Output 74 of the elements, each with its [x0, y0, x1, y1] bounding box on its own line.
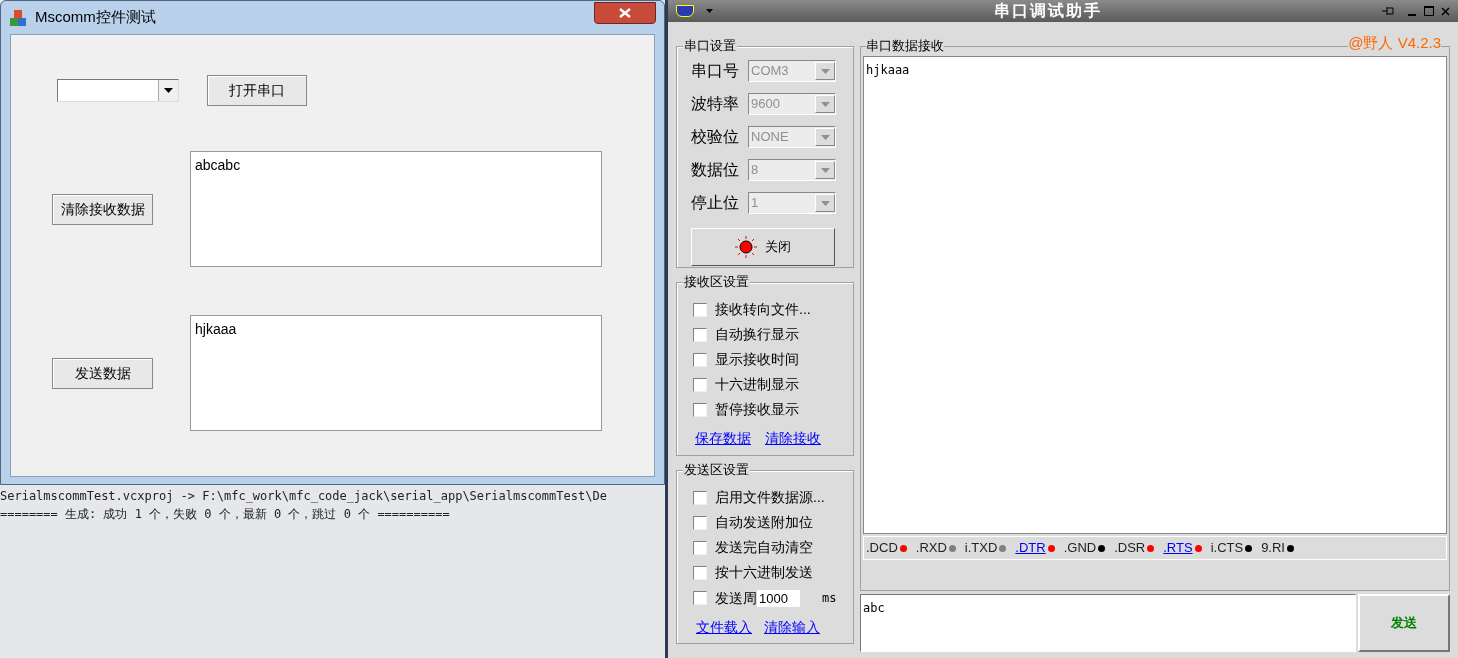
- dropdown-arrow-icon: [820, 68, 830, 74]
- action-link[interactable]: 文件载入: [696, 617, 752, 638]
- close-port-button[interactable]: 关闭: [691, 228, 835, 266]
- app-cubes-icon: [9, 8, 27, 27]
- window-title: 串口调试助手: [993, 1, 1102, 21]
- action-link[interactable]: 保存数据: [695, 428, 751, 449]
- action-link[interactable]: 清除接收: [765, 428, 821, 449]
- close-icon: [1440, 6, 1450, 16]
- receive-text-area[interactable]: hjkaaa: [863, 56, 1447, 534]
- send-text-area[interactable]: hjkaaa: [190, 315, 602, 431]
- option-label: 发送周: [715, 589, 757, 607]
- signal-label: .GND: [1063, 539, 1097, 558]
- field-label: 波特率: [691, 94, 740, 114]
- maximize-button[interactable]: [1424, 6, 1434, 16]
- option-label: 十六进制显示: [715, 376, 799, 393]
- field-label: 停止位: [691, 193, 740, 213]
- checkbox[interactable]: [693, 302, 707, 317]
- group-title: 串口设置: [683, 38, 737, 54]
- send-button[interactable]: 发送: [1358, 594, 1450, 652]
- close-icon: [619, 7, 631, 18]
- checkbox[interactable]: [693, 565, 707, 580]
- checkbox[interactable]: [693, 490, 707, 505]
- close-button[interactable]: [594, 1, 656, 24]
- option-label: 暂停接收显示: [715, 401, 799, 418]
- group-title: 串口数据接收: [866, 38, 944, 54]
- group-title: 接收区设置: [683, 274, 750, 290]
- period-input[interactable]: 1000: [757, 589, 800, 607]
- checkbox[interactable]: [693, 515, 707, 530]
- field-label: 串口号: [691, 61, 740, 81]
- caret-icon: [706, 9, 713, 13]
- clear-receive-button[interactable]: 清除接收数据: [52, 193, 153, 225]
- dropdown-arrow-icon: [820, 134, 830, 140]
- output-line: ======== 生成: 成功 1 个，失败 0 个，最新 0 个，跳过 0 个 ==========: [0, 506, 450, 523]
- checkbox[interactable]: [693, 352, 707, 367]
- pin-icon: [1382, 6, 1394, 16]
- dropdown-arrow-icon: [820, 167, 830, 173]
- signal-label: .RXD: [915, 539, 947, 558]
- open-port-button[interactable]: 打开串口: [207, 75, 307, 106]
- receive-text-area[interactable]: abcabc: [190, 151, 602, 267]
- checkbox[interactable]: [693, 327, 707, 342]
- checkbox[interactable]: [693, 377, 707, 392]
- option-label: 发送完自动清空: [715, 539, 813, 556]
- connector-icon: [676, 5, 694, 17]
- signal-link[interactable]: .DTR: [1015, 538, 1046, 558]
- dropdown-arrow-icon: [820, 200, 830, 206]
- group-title: 发送区设置: [683, 462, 750, 478]
- checkbox[interactable]: [693, 591, 707, 605]
- option-label: 接收转向文件...: [715, 301, 811, 318]
- field-label: 校验位: [691, 127, 740, 147]
- option-label: 自动换行显示: [715, 326, 799, 343]
- option-label: 按十六进制发送: [715, 564, 813, 581]
- signal-label: 9.RI: [1261, 539, 1285, 558]
- dropdown-arrow-icon: [164, 88, 173, 93]
- port-dropdown[interactable]: [57, 79, 179, 102]
- send-input[interactable]: abc: [860, 594, 1356, 652]
- signal-label: .DSR: [1114, 539, 1146, 558]
- option-label: 显示接收时间: [715, 351, 799, 368]
- send-data-button[interactable]: 发送数据: [52, 357, 153, 389]
- signal-label: .DCD: [866, 539, 898, 558]
- signal-label: i.CTS: [1210, 539, 1244, 558]
- checkbox[interactable]: [693, 540, 707, 555]
- version-label: @野人 V4.2.3: [1348, 34, 1441, 52]
- dropdown-arrow-icon: [820, 101, 830, 107]
- output-line: SerialmscommTest.vcxproj -> F:\mfc_work\mfc_code_jack\serial_app\SerialmscommTest\De: [0, 488, 607, 505]
- close-button[interactable]: [1440, 6, 1450, 16]
- action-link[interactable]: 清除输入: [764, 617, 820, 638]
- field-label: 数据位: [691, 160, 740, 180]
- option-label: 自动发送附加位: [715, 514, 813, 531]
- unit-label: ms: [822, 590, 837, 607]
- signal-link[interactable]: .RTS: [1163, 538, 1193, 558]
- checkbox[interactable]: [693, 402, 707, 417]
- window-title: Mscomm控件测试: [35, 7, 157, 28]
- option-label: 启用文件数据源...: [715, 489, 825, 506]
- signal-label: i.TXD: [964, 539, 998, 558]
